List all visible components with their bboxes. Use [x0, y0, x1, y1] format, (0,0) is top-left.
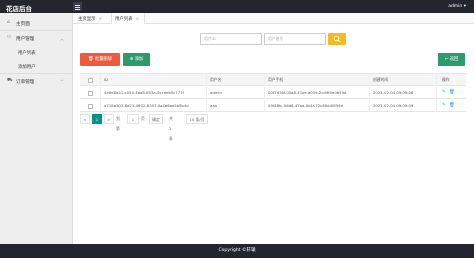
table-header-row: ID 用户名 用户手机 创建时间 操作: [80, 74, 466, 86]
sidebar-item-home[interactable]: ⌂ 主页面: [0, 17, 72, 30]
user-id-search-input[interactable]: 用户ID: [200, 33, 262, 45]
sidebar-item-order-management[interactable]: ⛟ 订单管理 ﹀: [0, 75, 72, 88]
column-divider: [436, 87, 437, 99]
page-number-input[interactable]: 1: [127, 114, 139, 124]
column-header-username[interactable]: 用户名: [210, 74, 221, 86]
cell-phone: 00f7678f-00a8-41bc-a059-2cd9f0e0b59d: [268, 90, 347, 95]
total-count: 共 2 条: [169, 116, 173, 141]
cell-phone: 09f48fc-06d8-47aa-8d1f-72c60d40f59d: [268, 103, 343, 108]
prev-page-button[interactable]: <: [80, 114, 90, 124]
home-icon: ⌂: [7, 20, 10, 25]
column-header-actions: 操作: [442, 77, 450, 82]
select-all-checkbox[interactable]: [88, 78, 93, 83]
back-button[interactable]: ← 返回: [438, 53, 465, 66]
chevron-up-icon: ︿: [60, 36, 64, 41]
row-checkbox[interactable]: [88, 104, 93, 109]
edit-icon[interactable]: ✎: [442, 103, 446, 108]
edit-icon[interactable]: ✎: [442, 90, 446, 95]
app-title: 花店后台: [6, 5, 32, 13]
cart-icon: ⛟: [7, 78, 13, 83]
delete-icon[interactable]: 🗑: [449, 90, 455, 95]
add-user-button[interactable]: ⊕ 添加: [123, 53, 150, 66]
column-divider: [206, 74, 207, 86]
column-header-phone[interactable]: 用户手机: [268, 74, 283, 86]
cell-created: 2021-02-04 09:09:08: [373, 90, 414, 95]
sidebar-item-label: 主页面: [16, 22, 30, 27]
user-name: admin: [448, 4, 463, 9]
chevron-down-icon: ﹀: [60, 79, 64, 84]
hamburger-line: [75, 8, 80, 10]
goto-label: 到第: [116, 116, 120, 131]
search-button[interactable]: [328, 33, 346, 45]
trash-icon: 🗑: [87, 57, 94, 62]
sidebar-divider: [0, 30, 72, 31]
user-account-search-input[interactable]: 用户账号: [264, 33, 326, 45]
user-menu[interactable]: admin ▾: [448, 4, 466, 9]
hamburger-line: [75, 6, 80, 8]
copyright-text: Copyright ©轩辕: [218, 248, 256, 253]
sidebar-divider: [0, 73, 72, 74]
cell-username: aaa: [210, 103, 217, 108]
sidebar-item-user-management[interactable]: ⚇ 用户管理 ︿: [0, 32, 72, 45]
delete-icon[interactable]: 🗑: [449, 103, 455, 108]
row-checkbox[interactable]: [88, 91, 93, 96]
tab-home[interactable]: 主页显示 ×: [78, 13, 110, 24]
column-divider: [369, 87, 370, 99]
caret-down-icon: ▾: [463, 4, 466, 9]
close-icon[interactable]: ×: [99, 16, 102, 21]
batch-delete-button[interactable]: 🗑 批量删除: [80, 53, 120, 66]
cell-id: 4e6d8a41-c054-4ba8-803a-5cceeb5c777f: [104, 90, 184, 95]
column-header-created[interactable]: 创建时间: [373, 74, 388, 86]
sidebar-item-label: 用户管理: [16, 37, 35, 42]
user-table: ID 用户名 用户手机 创建时间 操作 4e6d8a41-c054-4ba8-8…: [80, 73, 466, 112]
cell-created: 2021-02-04 09:09:09: [373, 103, 414, 108]
column-divider: [436, 100, 437, 112]
tab-label: 用户列表: [115, 17, 133, 22]
cell-username: admin: [210, 90, 222, 95]
sidebar: ⌂ 主页面 ⚇ 用户管理 ︿ 用户列表 添加用户 ⛟ 订单管理 ﹀: [0, 13, 73, 244]
sidebar-item-label: 订单管理: [16, 80, 35, 85]
footer: Copyright ©轩辕: [0, 244, 474, 258]
batch-delete-label: 批量删除: [94, 57, 113, 62]
plus-icon: ⊕: [129, 57, 134, 62]
column-divider: [436, 74, 437, 86]
user-icon: ⚇: [7, 35, 12, 40]
tab-label: 主页显示: [78, 17, 96, 22]
add-label: 添加: [134, 57, 144, 62]
cell-id: a716b503-8d21-4802-8343-4a4e6ae5a5b4d: [104, 103, 189, 108]
column-divider: [369, 100, 370, 112]
column-header-id[interactable]: ID: [104, 74, 108, 86]
table-row: a716b503-8d21-4802-8343-4a4e6ae5a5b4d aa…: [80, 100, 466, 112]
column-divider: [264, 87, 265, 99]
goto-confirm-button[interactable]: 确定: [149, 114, 163, 124]
search-icon: [333, 35, 341, 43]
close-icon[interactable]: ×: [136, 16, 139, 21]
page-unit-label: 页: [141, 116, 145, 121]
tab-user-list[interactable]: 用户列表 ×: [111, 13, 145, 24]
sidebar-item-label: 添加用户: [18, 65, 36, 70]
column-divider: [100, 100, 101, 112]
menu-toggle-button[interactable]: [73, 2, 82, 11]
sidebar-item-add-user[interactable]: 添加用户: [0, 60, 72, 72]
tab-bar: 主页显示 × 用户列表 ×: [73, 13, 474, 24]
next-page-button[interactable]: >: [104, 114, 114, 124]
column-divider: [264, 100, 265, 112]
column-divider: [206, 87, 207, 99]
column-divider: [206, 100, 207, 112]
column-divider: [264, 74, 265, 86]
hamburger-icon: [75, 4, 80, 6]
arrow-left-icon: ←: [444, 57, 449, 62]
table-row: 4e6d8a41-c054-4ba8-803a-5cceeb5c777f adm…: [80, 87, 466, 99]
top-bar: 花店后台 admin ▾: [0, 0, 474, 13]
sidebar-item-user-list[interactable]: 用户列表: [0, 46, 72, 58]
column-divider: [369, 74, 370, 86]
back-label: 返回: [449, 57, 459, 62]
page-button-current[interactable]: 1: [92, 114, 102, 124]
sidebar-item-label: 用户列表: [18, 51, 36, 56]
column-divider: [100, 74, 101, 86]
column-divider: [100, 87, 101, 99]
per-page-select[interactable]: 10 条/页: [186, 114, 208, 124]
